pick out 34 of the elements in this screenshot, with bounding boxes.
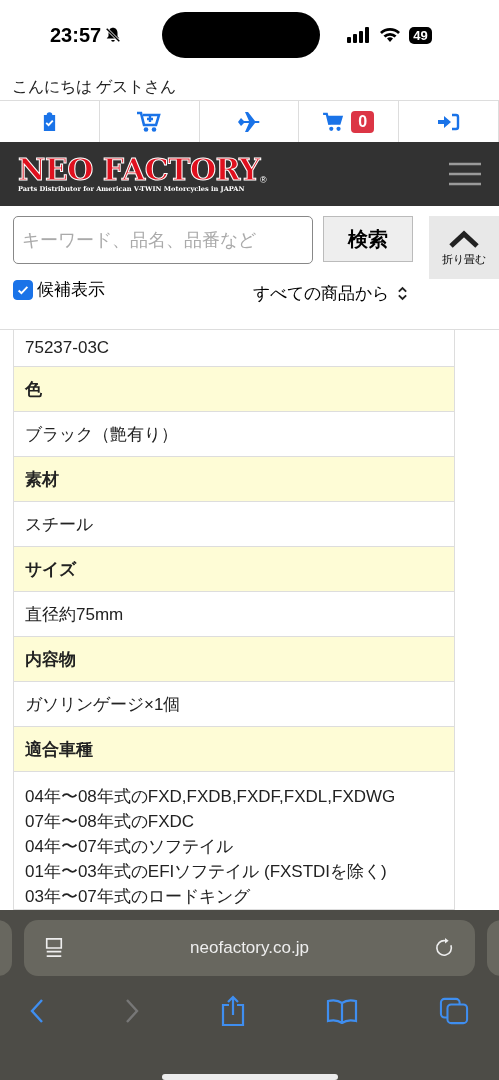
spec-label-cell: 内容物 [14, 637, 454, 682]
cart-count-badge: 0 [351, 110, 375, 133]
airplane-icon [237, 111, 261, 132]
bell-muted-icon [104, 26, 123, 44]
cart-icon [323, 111, 346, 132]
sign-in-icon [437, 112, 460, 131]
reload-icon[interactable] [435, 938, 455, 958]
registered-mark: ® [259, 175, 267, 185]
spec-label-cell: 素材 [14, 457, 454, 502]
signal-icon [347, 27, 372, 43]
battery-level: 49 [409, 26, 432, 44]
cart-plus-icon [137, 110, 162, 133]
search-field[interactable]: キーワード、品名、品番など [13, 216, 313, 264]
clipboard-check-icon [41, 112, 57, 131]
collapse-button[interactable]: 折り畳む [429, 216, 499, 279]
suggest-label[interactable]: 候補表示 [37, 278, 105, 301]
share-icon[interactable] [219, 995, 246, 1027]
wifi-icon [379, 27, 402, 43]
tabs-icon[interactable] [439, 997, 469, 1025]
spec-label-cell: サイズ [14, 547, 454, 592]
search-button[interactable]: 検索 [323, 216, 413, 262]
back-icon[interactable] [30, 998, 44, 1024]
scope-select[interactable]: すべての商品から [253, 282, 408, 305]
address-bar[interactable]: neofactory.co.jp [24, 920, 475, 976]
greeting-text: こんにちは ゲストさん [11, 77, 178, 97]
spec-label-cell: 色 [14, 367, 454, 412]
suggest-checkbox[interactable] [13, 279, 33, 300]
caret-up-icon [448, 228, 480, 249]
reader-icon [44, 937, 64, 959]
book-icon[interactable] [326, 998, 359, 1024]
menu-icon[interactable] [449, 162, 481, 186]
spec-label-cell: 適合車種 [14, 727, 454, 772]
clock-time: 23:57 [50, 23, 102, 47]
up-down-chevron-icon [397, 286, 408, 301]
